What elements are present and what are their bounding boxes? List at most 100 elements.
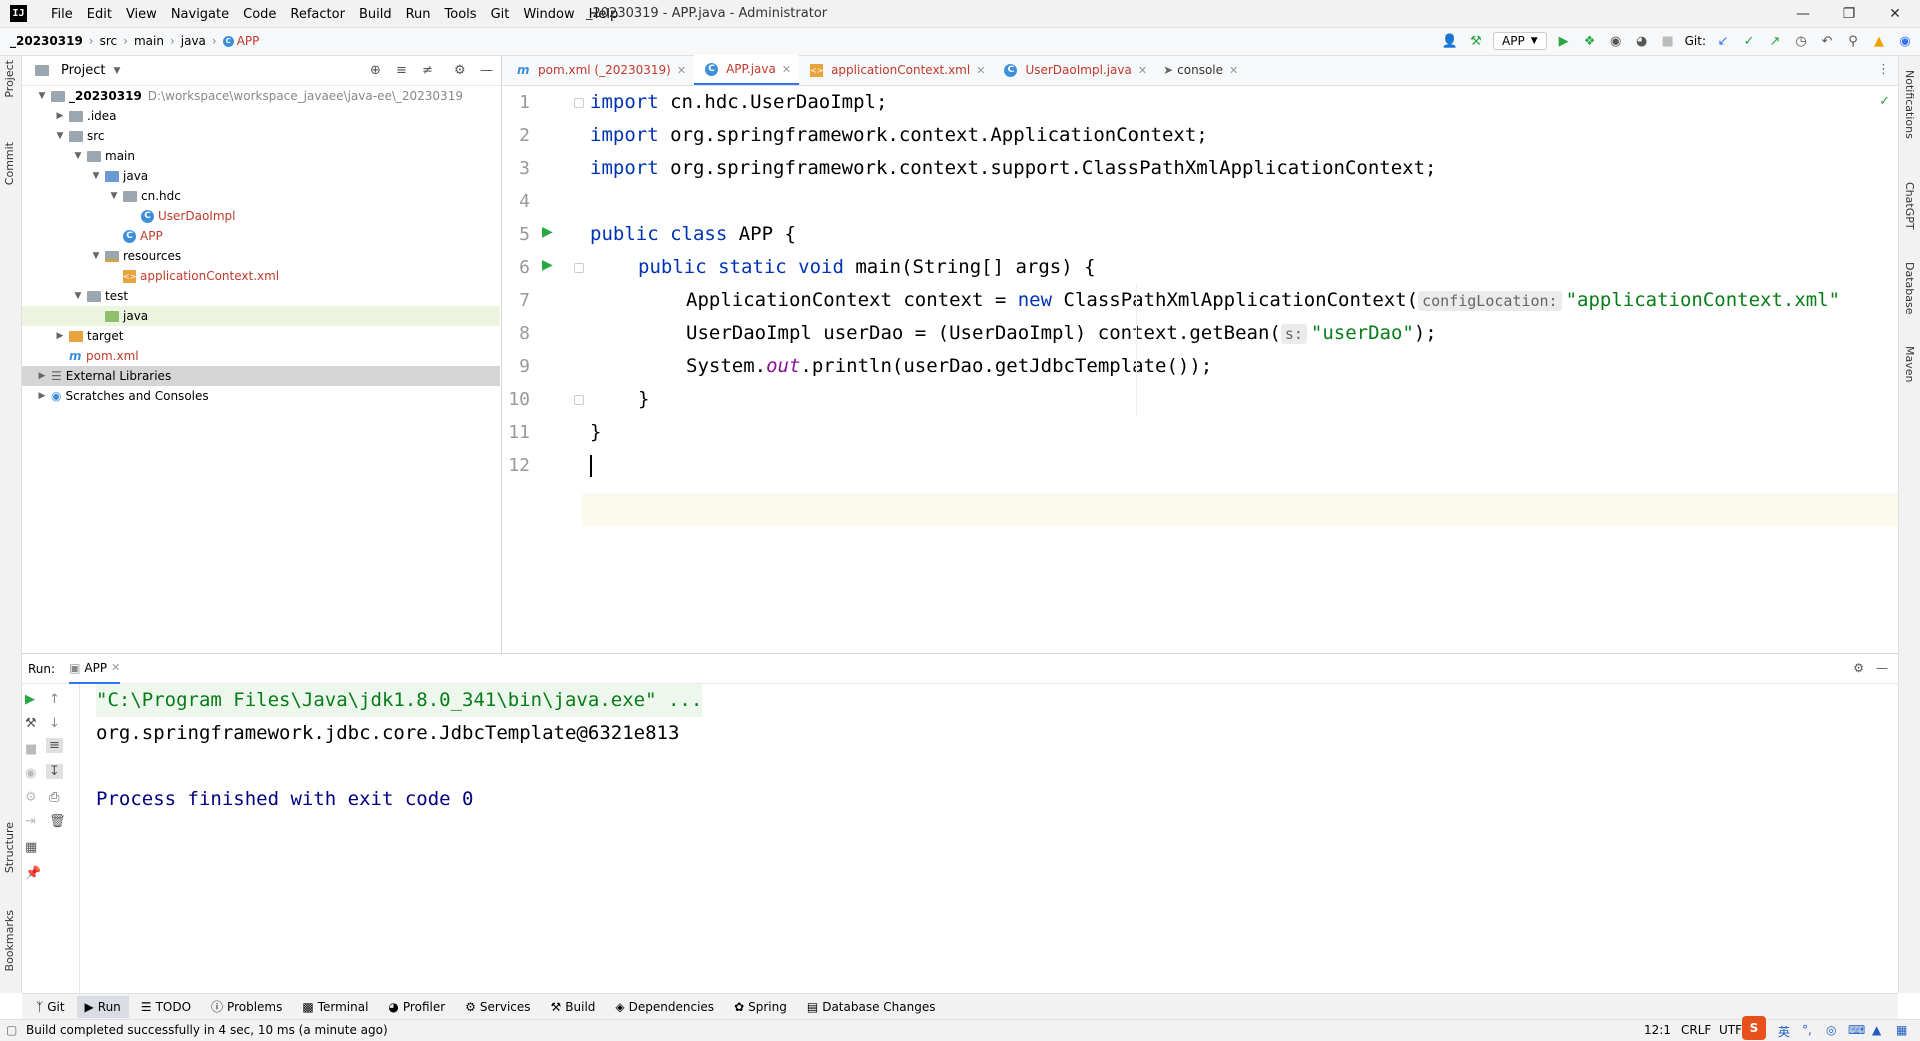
chevron-right-icon[interactable]: ▶ bbox=[36, 371, 48, 381]
crumb-src[interactable]: src bbox=[100, 34, 118, 48]
tree-item-external-libraries[interactable]: ▶ ☰ External Libraries bbox=[22, 366, 500, 386]
expand-all-icon[interactable]: ≡ bbox=[396, 63, 407, 78]
debug-icon[interactable]: ❖ bbox=[1581, 32, 1599, 50]
close-icon[interactable]: ✕ bbox=[1229, 64, 1238, 77]
build-hammer-icon[interactable]: ⚒ bbox=[1467, 32, 1485, 50]
microphone-icon[interactable]: ◎ bbox=[1826, 1023, 1836, 1037]
menu-edit[interactable]: Edit bbox=[80, 7, 119, 22]
menu-file[interactable]: File bbox=[44, 7, 80, 22]
chevron-down-icon[interactable]: ▼ bbox=[90, 171, 102, 181]
tool-tab-notifications[interactable]: Notifications bbox=[1903, 70, 1916, 139]
update-notify-icon[interactable]: ▲ bbox=[1870, 32, 1888, 50]
rollback-icon[interactable]: ↶ bbox=[1818, 32, 1836, 50]
tree-item-test-java[interactable]: java bbox=[22, 306, 500, 326]
code-area[interactable]: import cn.hdc.UserDaoImpl; import org.sp… bbox=[590, 86, 1890, 653]
chevron-down-icon[interactable]: ▼ bbox=[108, 191, 120, 201]
stop-icon[interactable]: ■ bbox=[25, 742, 37, 757]
hide-icon[interactable]: — bbox=[480, 63, 493, 78]
status-window-icon[interactable]: ▢ bbox=[6, 1023, 17, 1037]
tree-item-idea[interactable]: ▶ .idea bbox=[22, 106, 500, 126]
tool-tab-commit[interactable]: Commit bbox=[3, 142, 16, 185]
close-icon[interactable]: ✕ bbox=[1872, 0, 1918, 28]
tree-item-pom[interactable]: m pom.xml bbox=[22, 346, 500, 366]
status-message[interactable]: Build completed successfully in 4 sec, 1… bbox=[26, 1023, 388, 1037]
close-icon[interactable]: ✕ bbox=[677, 64, 686, 77]
menu-refactor[interactable]: Refactor bbox=[283, 7, 352, 22]
chevron-down-icon[interactable]: ▼ bbox=[72, 291, 84, 301]
layout-icon[interactable]: ▦ bbox=[25, 840, 37, 855]
ime-tools-icon[interactable]: ▦ bbox=[1896, 1023, 1907, 1037]
bottom-tab-dependencies[interactable]: ◈ Dependencies bbox=[607, 996, 722, 1018]
stop-icon[interactable]: ■ bbox=[1659, 32, 1677, 50]
tab-application-context[interactable]: <> applicationContext.xml ✕ bbox=[799, 55, 993, 85]
close-icon[interactable]: ✕ bbox=[782, 63, 791, 76]
caret-position[interactable]: 12:1 bbox=[1644, 1023, 1671, 1037]
fold-icon[interactable] bbox=[574, 98, 584, 108]
camera-icon[interactable]: ◉ bbox=[25, 766, 36, 781]
tree-item-app[interactable]: C APP bbox=[22, 226, 500, 246]
menu-view[interactable]: View bbox=[119, 7, 164, 22]
tree-item-java[interactable]: ▼ java bbox=[22, 166, 500, 186]
print-icon[interactable]: ⎙ bbox=[49, 790, 59, 805]
bottom-tab-profiler[interactable]: ◕ Profiler bbox=[380, 996, 453, 1018]
rerun-icon[interactable]: ▶ bbox=[25, 692, 35, 707]
search-icon[interactable]: ⚲ bbox=[1844, 32, 1862, 50]
tree-item-userdaoimpl[interactable]: C UserDaoImpl bbox=[22, 206, 500, 226]
down-arrow-icon[interactable]: ↓ bbox=[49, 716, 60, 731]
run-gutter-icon[interactable]: ▶ bbox=[542, 257, 553, 273]
menu-code[interactable]: Code bbox=[236, 7, 283, 22]
close-icon[interactable]: ✕ bbox=[111, 661, 120, 674]
minimize-icon[interactable]: — bbox=[1780, 0, 1826, 28]
crumb-project[interactable]: _20230319 bbox=[10, 34, 83, 48]
gear-icon[interactable]: ⚙ bbox=[454, 63, 466, 78]
crumb-app[interactable]: C APP bbox=[222, 34, 259, 48]
scroll-to-end-icon[interactable]: ↧ bbox=[46, 764, 63, 779]
bottom-tab-spring[interactable]: ✿ Spring bbox=[726, 996, 795, 1018]
tree-item-project-root[interactable]: ▼ _20230319 D:\workspace\workspace_javae… bbox=[22, 86, 500, 106]
ime-language[interactable]: 英 bbox=[1778, 1023, 1790, 1040]
tree-item-main[interactable]: ▼ main bbox=[22, 146, 500, 166]
line-separator[interactable]: CRLF bbox=[1681, 1023, 1711, 1037]
tool-tab-bookmarks[interactable]: Bookmarks bbox=[3, 910, 16, 971]
menu-run[interactable]: Run bbox=[399, 7, 438, 22]
up-arrow-icon[interactable]: ↑ bbox=[49, 692, 60, 707]
settings-small-icon[interactable]: ⚙ bbox=[25, 790, 37, 805]
tree-item-src[interactable]: ▼ src bbox=[22, 126, 500, 146]
gear-icon[interactable]: ⚙ bbox=[1853, 661, 1864, 675]
tree-item-package[interactable]: ▼ cn.hdc bbox=[22, 186, 500, 206]
bottom-tab-problems[interactable]: ⓘ Problems bbox=[203, 996, 290, 1018]
tab-app-java[interactable]: C APP.java ✕ bbox=[694, 55, 800, 85]
tab-pom[interactable]: m pom.xml (_20230319) ✕ bbox=[506, 55, 694, 85]
crumb-java[interactable]: java bbox=[181, 34, 206, 48]
chevron-down-icon[interactable]: ▼ bbox=[90, 251, 102, 261]
run-icon[interactable]: ▶ bbox=[1555, 32, 1573, 50]
tree-item-test[interactable]: ▼ test bbox=[22, 286, 500, 306]
bottom-tab-build[interactable]: ⚒ Build bbox=[543, 996, 604, 1018]
crumb-main[interactable]: main bbox=[134, 34, 164, 48]
menu-git[interactable]: Git bbox=[484, 7, 517, 22]
tool-tab-maven[interactable]: Maven bbox=[1903, 346, 1916, 382]
run-config-select[interactable]: APP ▼ bbox=[1493, 32, 1547, 50]
trash-icon[interactable]: 🗑 bbox=[49, 814, 66, 829]
keyboard-icon[interactable]: ⌨ bbox=[1848, 1023, 1865, 1037]
run-tab-app[interactable]: ▣ APP ✕ bbox=[69, 654, 121, 684]
restore-icon[interactable]: ❐ bbox=[1826, 0, 1872, 28]
bottom-tab-services[interactable]: ⚙ Services bbox=[457, 996, 538, 1018]
chevron-down-icon[interactable]: ▼ bbox=[72, 151, 84, 161]
tree-item-applicationcontext[interactable]: <> applicationContext.xml bbox=[22, 266, 500, 286]
chevron-right-icon[interactable]: ▶ bbox=[54, 111, 66, 121]
bottom-tab-database-changes[interactable]: ▤ Database Changes bbox=[799, 996, 944, 1018]
ime-logo-icon[interactable]: S bbox=[1742, 1016, 1766, 1040]
ime-skin-icon[interactable]: ▲ bbox=[1872, 1023, 1881, 1037]
tool-tab-structure[interactable]: Structure bbox=[3, 822, 16, 873]
tab-userdaoimpl[interactable]: C UserDaoImpl.java ✕ bbox=[993, 55, 1155, 85]
bottom-tab-todo[interactable]: ☰ TODO bbox=[133, 996, 199, 1018]
chevron-right-icon[interactable]: ▶ bbox=[54, 331, 66, 341]
project-panel-title[interactable]: Project bbox=[61, 63, 105, 78]
history-icon[interactable]: ◷ bbox=[1792, 32, 1810, 50]
more-options-icon[interactable]: ⋮ bbox=[1877, 62, 1890, 77]
bottom-tab-run[interactable]: ▶ Run bbox=[76, 995, 129, 1018]
collapse-all-icon[interactable]: ≠ bbox=[422, 63, 433, 78]
user-icon[interactable]: 👤 bbox=[1441, 32, 1459, 50]
wrench-icon[interactable]: ⚒ bbox=[25, 716, 37, 731]
